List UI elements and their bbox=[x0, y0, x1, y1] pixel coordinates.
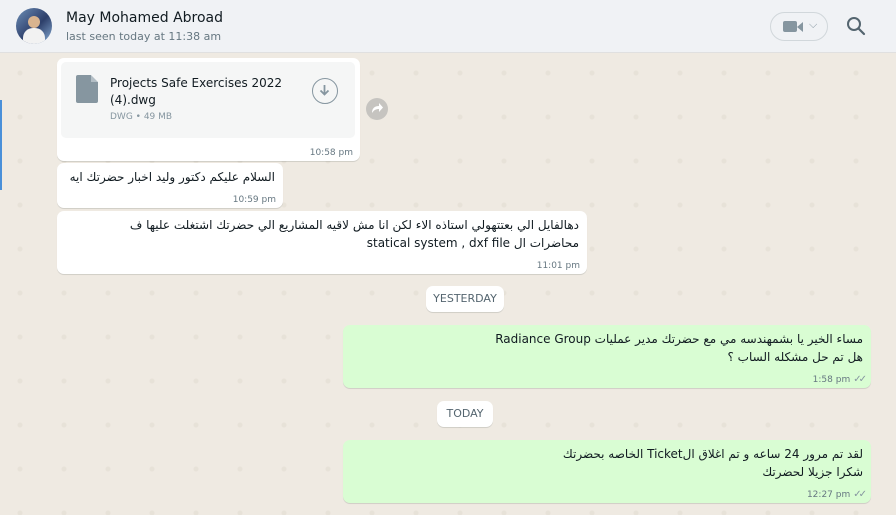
message-time: 10:59 pm bbox=[232, 195, 276, 205]
contact-avatar[interactable] bbox=[16, 8, 52, 44]
contact-status: last seen today at 11:38 am bbox=[66, 30, 222, 43]
avatar-face bbox=[28, 16, 40, 28]
message-outgoing[interactable]: لقد تم مرور 24 ساعه و تم اغلاق الTicket … bbox=[343, 440, 871, 503]
chevron-down-icon: ⌵ bbox=[809, 18, 818, 31]
avatar-figure bbox=[23, 28, 45, 44]
message-text-line2: شكرا جزيلا لحضرتك bbox=[762, 465, 863, 479]
date-divider-yesterday: YESTERDAY bbox=[426, 286, 504, 312]
chat-header: May Mohamed Abroad last seen today at 11… bbox=[0, 0, 896, 53]
message-time: 12:27 pm bbox=[806, 490, 851, 500]
search-icon bbox=[847, 17, 866, 36]
document-meta: DWG • 49 MB bbox=[110, 112, 173, 122]
document-name: Projects Safe Exercises 2022 (4).dwg bbox=[110, 76, 283, 107]
message-time: 11:01 pm bbox=[536, 261, 580, 271]
video-call-icon bbox=[783, 21, 797, 32]
message-text-line1: مساء الخير يا بشمهندسه مي مع حضرتك مدير … bbox=[495, 332, 863, 346]
video-call-button[interactable]: ⌵ bbox=[770, 12, 828, 41]
search-button[interactable] bbox=[844, 14, 868, 38]
contact-name[interactable]: May Mohamed Abroad bbox=[66, 10, 223, 26]
download-icon bbox=[319, 85, 330, 96]
message-text-line1: لقد تم مرور 24 ساعه و تم اغلاق الTicket … bbox=[562, 447, 863, 461]
file-icon bbox=[76, 75, 98, 103]
message-time: 1:58 pm bbox=[812, 375, 851, 385]
video-call-icon-lens bbox=[797, 22, 803, 32]
message-document[interactable]: Projects Safe Exercises 2022 (4).dwg DWG… bbox=[57, 58, 360, 161]
download-button[interactable] bbox=[312, 78, 338, 104]
double-check-icon: ✓✓ bbox=[853, 374, 867, 385]
message-text-line1: دهالفايل الي بعتتهولي استاذه الاء لكن ان… bbox=[129, 218, 579, 232]
document-card[interactable]: Projects Safe Exercises 2022 (4).dwg DWG… bbox=[61, 62, 355, 138]
message-text-line2: محاضرات ال statical system , dxf file bbox=[366, 236, 579, 250]
window-edge bbox=[0, 100, 2, 190]
double-check-icon: ✓✓ bbox=[853, 489, 867, 500]
message-meta: 1:58 pm ✓✓ bbox=[812, 374, 867, 385]
message-time: 10:58 pm bbox=[309, 148, 353, 158]
message-outgoing[interactable]: مساء الخير يا بشمهندسه مي مع حضرتك مدير … bbox=[343, 325, 871, 388]
forward-icon bbox=[372, 103, 383, 113]
message-text: السلام عليكم دكتور وليد اخبار حضرتك ايه bbox=[69, 170, 275, 184]
message-text-line2: هل تم حل مشكله الساب ؟ bbox=[727, 350, 863, 364]
message-meta: 12:27 pm ✓✓ bbox=[806, 489, 867, 500]
message-incoming[interactable]: دهالفايل الي بعتتهولي استاذه الاء لكن ان… bbox=[57, 211, 587, 274]
forward-button[interactable] bbox=[366, 98, 388, 120]
date-divider-today: TODAY bbox=[437, 401, 493, 427]
message-incoming[interactable]: السلام عليكم دكتور وليد اخبار حضرتك ايه … bbox=[57, 163, 283, 208]
